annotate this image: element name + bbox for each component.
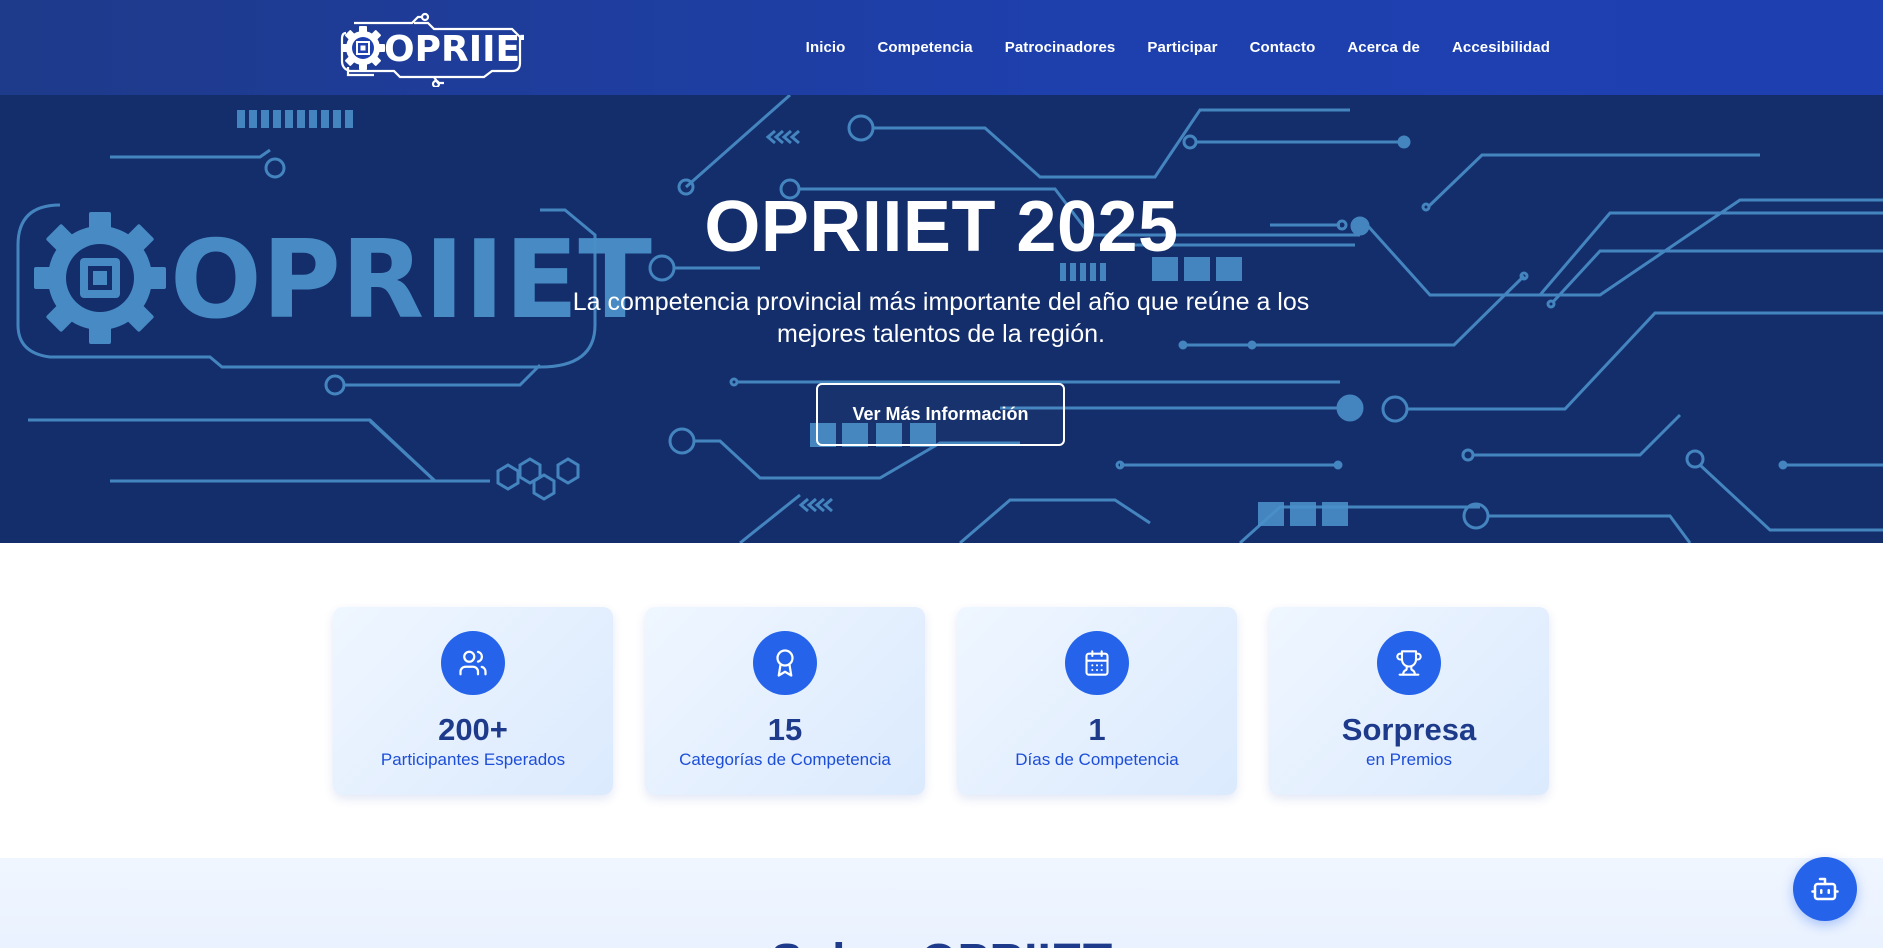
- svg-text:OPRIIET: OPRIIET: [384, 29, 524, 70]
- nav-link-accesibilidad[interactable]: Accesibilidad: [1452, 39, 1550, 56]
- nav-link-acerca-de[interactable]: Acerca de: [1347, 39, 1420, 56]
- stat-label: Participantes Esperados: [380, 750, 566, 769]
- stat-value: 15: [767, 712, 803, 747]
- about-section: Sobre OPRIIET: [0, 858, 1883, 948]
- stat-label: Categorías de Competencia: [679, 750, 891, 769]
- site-logo[interactable]: OPRIIET: [334, 9, 545, 89]
- nav-link-inicio[interactable]: Inicio: [806, 39, 846, 56]
- nav-link-participar[interactable]: Participar: [1147, 39, 1217, 56]
- nav-link-patrocinadores[interactable]: Patrocinadores: [1005, 39, 1116, 56]
- nav-link-contacto[interactable]: Contacto: [1250, 39, 1316, 56]
- site-header: OPRIIET Inicio Competencia Patrocinadore…: [0, 0, 1883, 95]
- nav-link-competencia[interactable]: Competencia: [877, 39, 972, 56]
- hero-section: OPRIIET OPRIIET 2025 La competencia prov…: [0, 95, 1883, 543]
- main-nav: Inicio Competencia Patrocinadores Partic…: [774, 0, 1550, 95]
- stat-label: en Premios: [1366, 750, 1452, 769]
- award-icon: [753, 631, 817, 695]
- bot-icon: [1811, 877, 1839, 901]
- hero-title: OPRIIET 2025: [704, 187, 1179, 267]
- more-info-button[interactable]: Ver Más Información: [816, 383, 1065, 446]
- calendar-icon: [1065, 631, 1129, 695]
- stat-label: Días de Competencia: [1015, 750, 1179, 769]
- stat-card-participants: 200+ Participantes Esperados: [333, 607, 613, 795]
- stat-card-prizes: Sorpresa en Premios: [1269, 607, 1549, 795]
- stat-value: 1: [1088, 712, 1106, 747]
- hero-subtitle: La competencia provincial más importante…: [572, 288, 1310, 348]
- about-title: Sobre OPRIIET: [0, 934, 1883, 948]
- stat-card-categories: 15 Categorías de Competencia: [645, 607, 925, 795]
- stat-value: 200+: [438, 712, 508, 747]
- stat-value: Sorpresa: [1341, 712, 1477, 747]
- stats-section: 200+ Participantes Esperados 15 Categorí…: [333, 607, 1549, 795]
- stat-card-days: 1 Días de Competencia: [957, 607, 1237, 795]
- logo-graphic: OPRIIET: [340, 12, 545, 89]
- chatbot-button[interactable]: [1793, 857, 1857, 921]
- users-icon: [441, 631, 505, 695]
- trophy-icon: [1377, 631, 1441, 695]
